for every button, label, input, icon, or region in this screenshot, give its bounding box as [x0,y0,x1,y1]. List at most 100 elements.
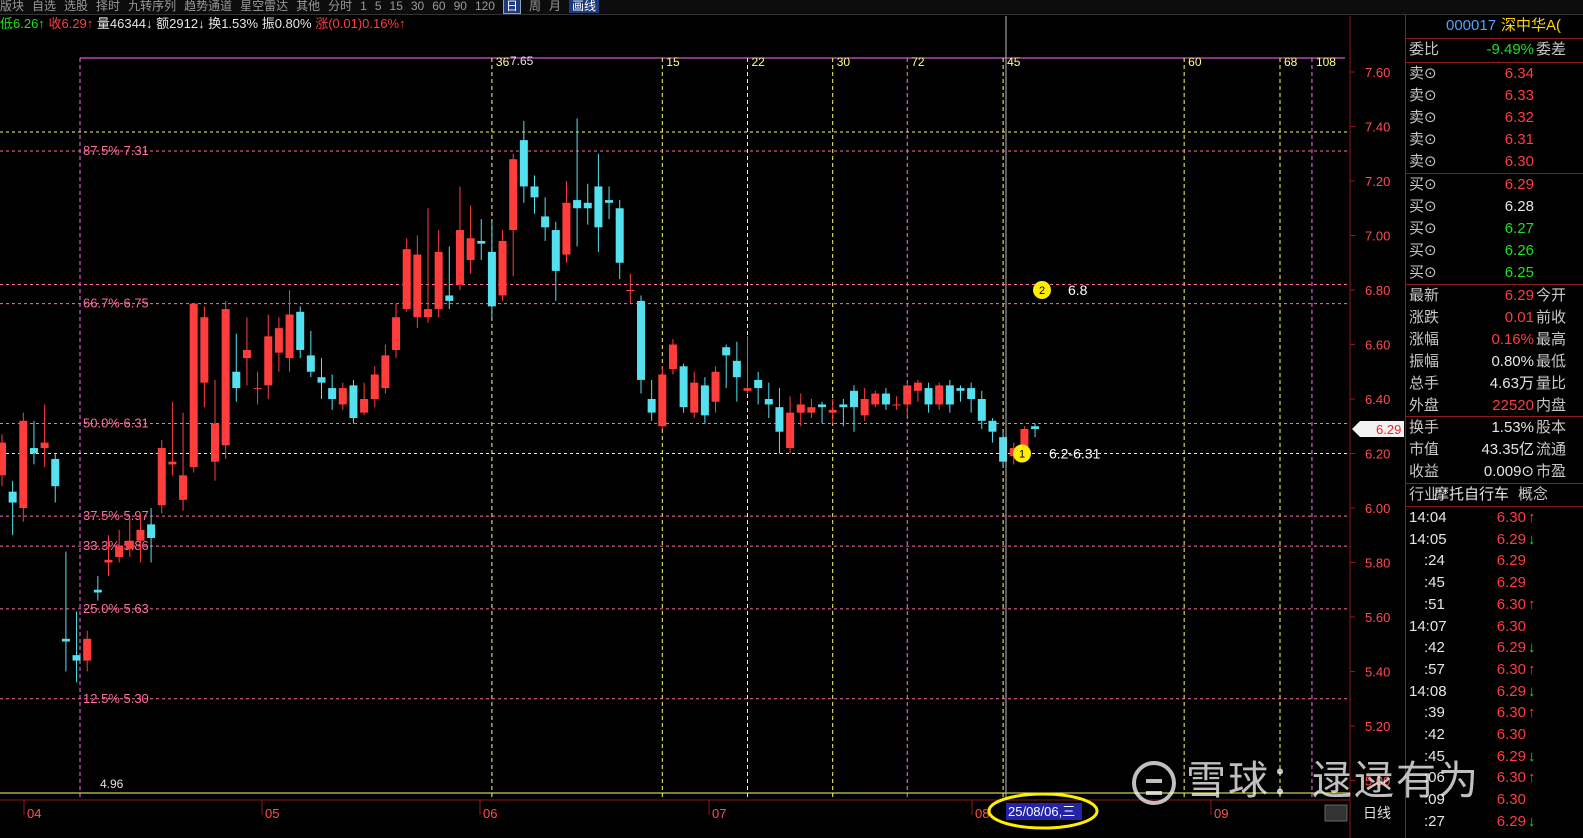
candle-body [168,461,177,465]
candle-body [392,317,401,350]
tick-trade-row: :45 6.29 [1424,574,1526,592]
fib-level-label: 87.5% 7.31 [83,143,149,158]
candle-body [722,347,731,356]
candle-body [328,388,337,399]
candle-body [338,388,347,405]
candle-body [487,251,496,307]
candle-body [945,385,954,405]
candle-body [573,200,582,209]
time-cycle-label: 30 [837,55,851,69]
y-tick-label: 7.60 [1365,65,1390,80]
candle-body [796,404,805,413]
bid-row: 买⊙ 6.29 [1409,176,1534,193]
candle-body [679,366,688,408]
candle-body [51,458,60,487]
y-tick-label: 5.40 [1365,665,1390,680]
bid-row: 买⊙ 6.26 [1409,242,1534,259]
fib-level-label: 12.5% 5.30 [83,691,149,706]
annotation-marker-number: 2 [1039,285,1045,297]
candle-body [690,382,699,413]
tick-trade-row: :24 6.29 [1424,552,1526,570]
time-cycle-label: 15 [666,55,680,69]
y-tick-label: 6.40 [1365,392,1390,407]
candle-body [413,254,422,318]
fib-level-label: 25.0% 5.63 [83,601,149,616]
ask-row: 卖⊙ 6.34 [1409,65,1534,82]
kline-chart[interactable]: 7.60 7.40 7.20 7.00 6.80 6.60 6.40 6.20 6.00 5.80… [0,0,1405,838]
candle-body [83,638,92,661]
candle-body [977,399,986,421]
bid-row: 买⊙ 6.28 [1409,198,1534,215]
value: -9.49% [1486,41,1534,58]
candle-body [924,388,933,405]
fib-level-label: 66.7% 6.75 [83,296,149,311]
x-tick-label: 04 [27,806,41,821]
y-tick-label: 5.20 [1365,719,1390,734]
ask-row: 卖⊙ 6.30 [1409,153,1534,170]
candle-body [136,529,145,541]
time-cycle-label: 108 [1316,55,1336,69]
candle-body [179,475,188,500]
candle-body [264,336,273,386]
candle-body [317,377,326,383]
candle-body [530,186,539,198]
stock-code: 000017 [1446,17,1497,34]
candle-body [807,407,816,413]
candle-body [626,290,635,291]
stat-row: 收益 0.009⊙ 市盈 [1409,463,1567,480]
order-ratio-row: 委比 -9.49% 委差 [1406,39,1583,61]
candle-body [754,379,763,389]
candle-body [551,230,560,271]
candle-body [466,238,475,261]
candle-body [860,399,869,416]
quote-side-panel: 000017 深中华A(委比 -9.49% 委差 卖⊙ 6.34 卖⊙ 6.33 卖⊙ 6.32 卖… [1405,15,1583,838]
y-tick-label: 6.60 [1365,338,1390,353]
candle-body [903,385,912,405]
candle-body [61,638,70,642]
candle-body [562,202,571,255]
candle-body [605,200,614,203]
annotation-marker-number: 1 [1019,449,1025,461]
candle-body [8,491,17,503]
stat-row: 外盘 22520 内盘 [1409,397,1567,414]
candle-body [19,420,28,508]
time-cycle-label: 60 [1188,55,1202,69]
scroll-thumb [1324,804,1348,822]
candle-body [285,314,294,359]
y-tick-label: 5.80 [1365,556,1390,571]
candle-body [477,240,486,244]
time-cycle-label: 68 [1284,55,1298,69]
tick-trade-row: :51 6.30 ↑ [1424,595,1536,613]
stat-row: 最新 6.29 今开 [1409,287,1567,304]
candle-body [274,328,283,353]
candle-body [221,309,230,446]
tick-trade-row: :57 6.30 ↑ [1424,660,1536,678]
candle-body [637,300,645,380]
candle-body [732,360,741,378]
candle-body [253,388,262,390]
candle-body [871,393,880,405]
x-tick-label: 09 [1214,806,1228,821]
industry-row: 行业 摩托自行车 概念 [1409,486,1549,503]
candle-body [360,399,369,413]
candle-body [445,295,454,301]
x-tick-label: 07 [712,806,726,821]
candle-body [743,388,752,391]
label: 委比 [1409,41,1440,58]
time-cycle-label: 36 [496,55,510,69]
candle-body [306,355,315,372]
candle-body [104,559,113,563]
y-tick-label: 7.40 [1365,120,1390,135]
candle-body [775,407,784,432]
fib-level-label: 37.5% 5.97 [83,508,149,523]
candle-body [700,385,709,416]
candle-body [988,420,997,432]
candle-body [828,409,837,413]
candle-body [147,524,156,538]
watermark: 雪球：逯逯有为 [1132,748,1480,806]
candle-body [615,208,624,263]
period-label: 日线 [1363,805,1391,821]
tick-trade-row: :42 6.30 [1424,726,1526,743]
candle-body [200,317,209,383]
ask-row: 卖⊙ 6.32 [1409,109,1534,126]
